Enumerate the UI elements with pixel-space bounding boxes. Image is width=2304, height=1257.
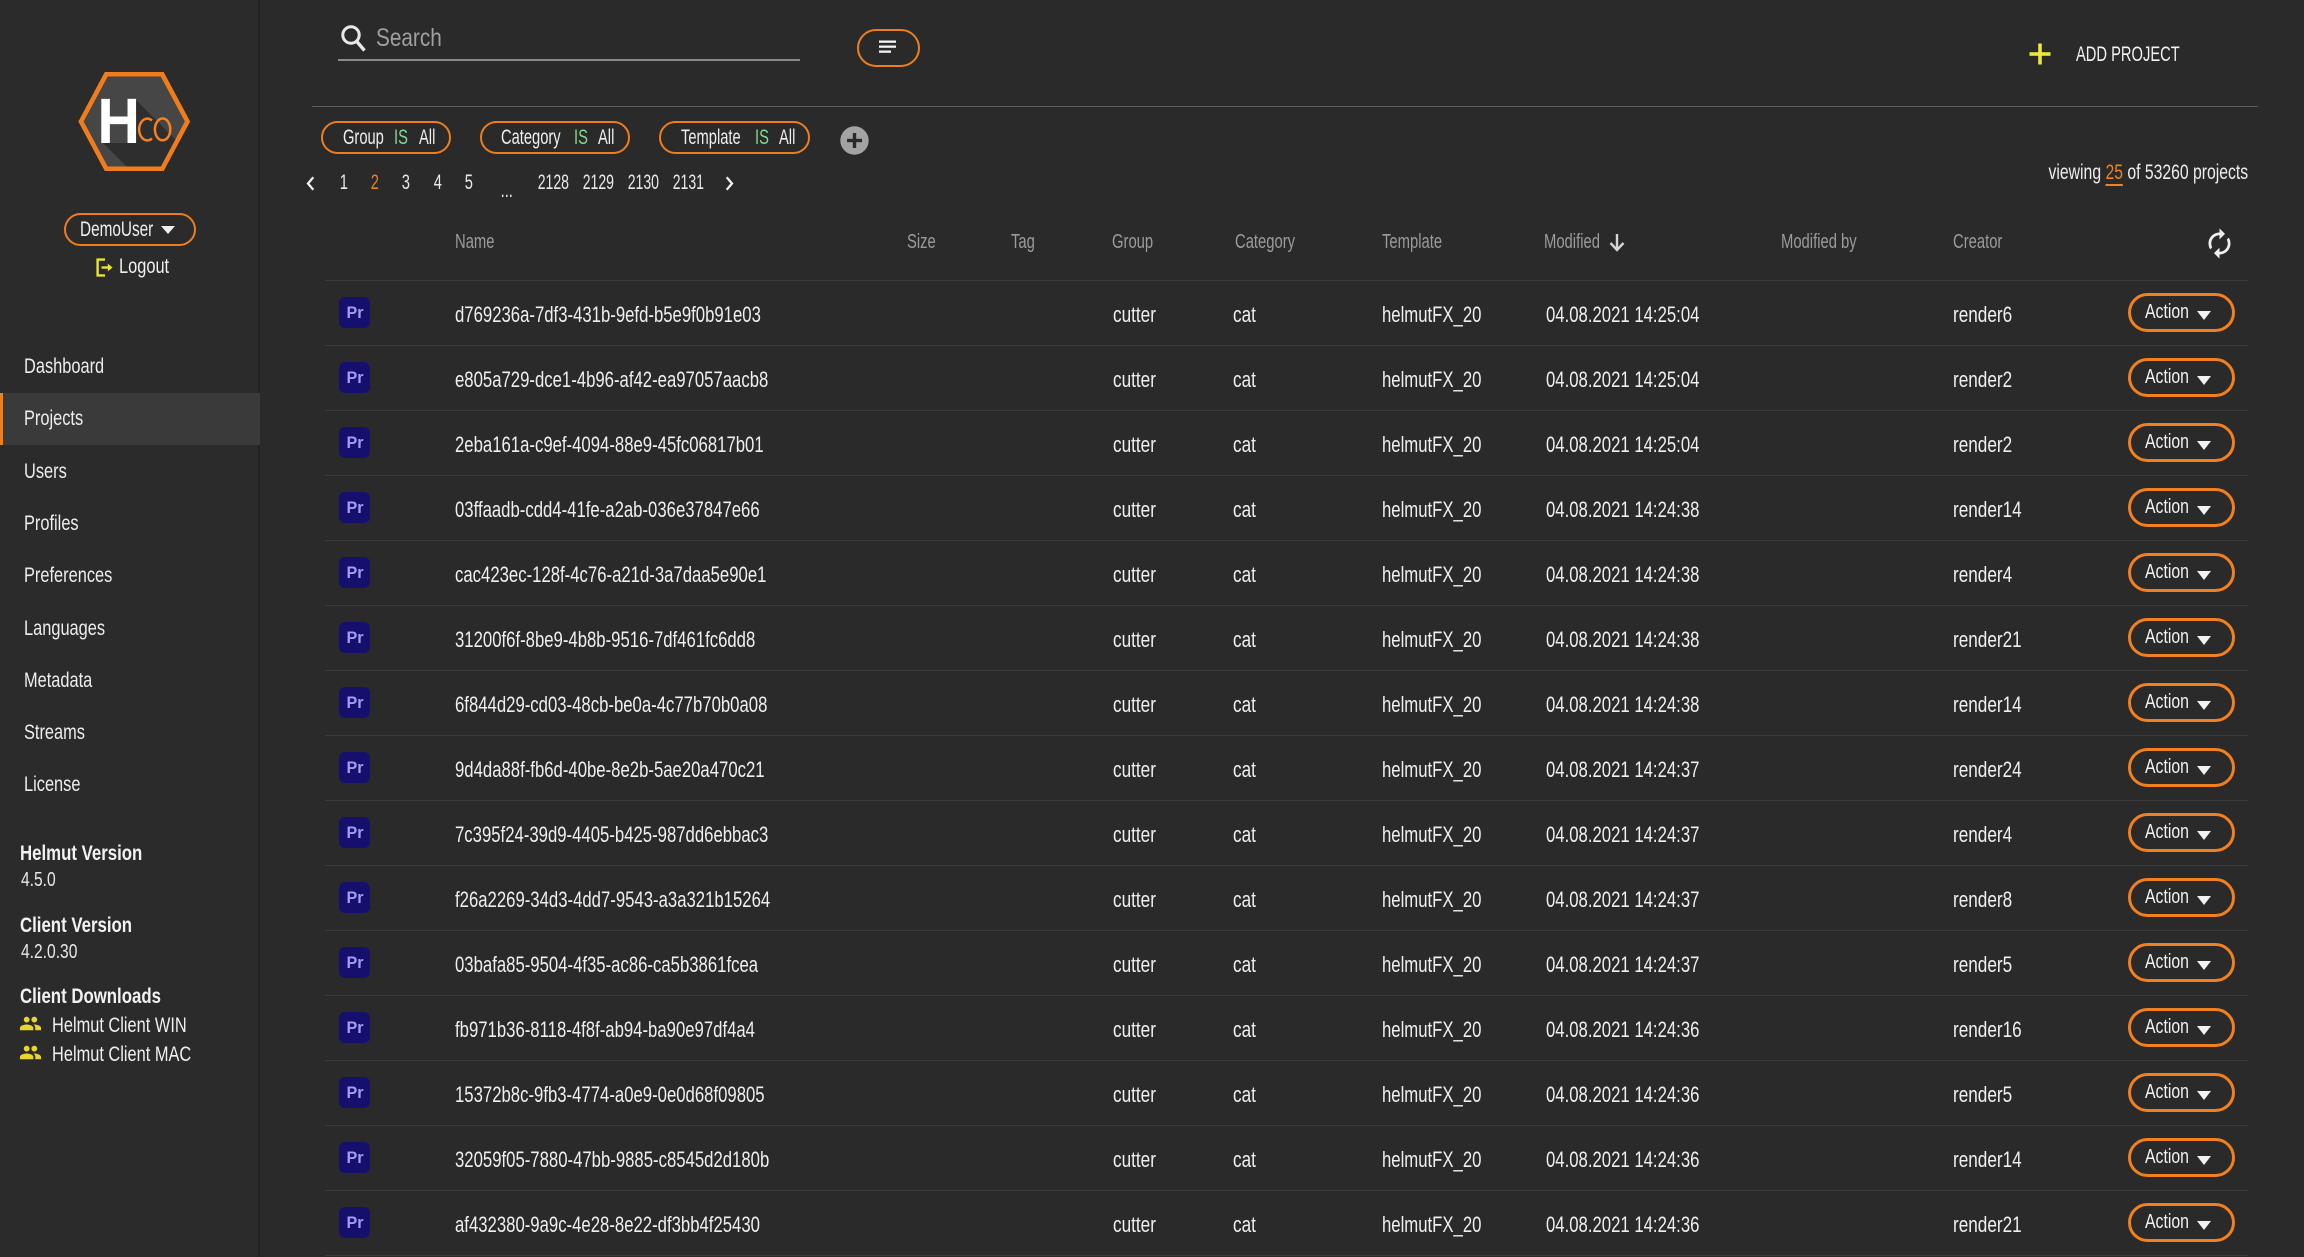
svg-text:H: H: [97, 86, 140, 158]
